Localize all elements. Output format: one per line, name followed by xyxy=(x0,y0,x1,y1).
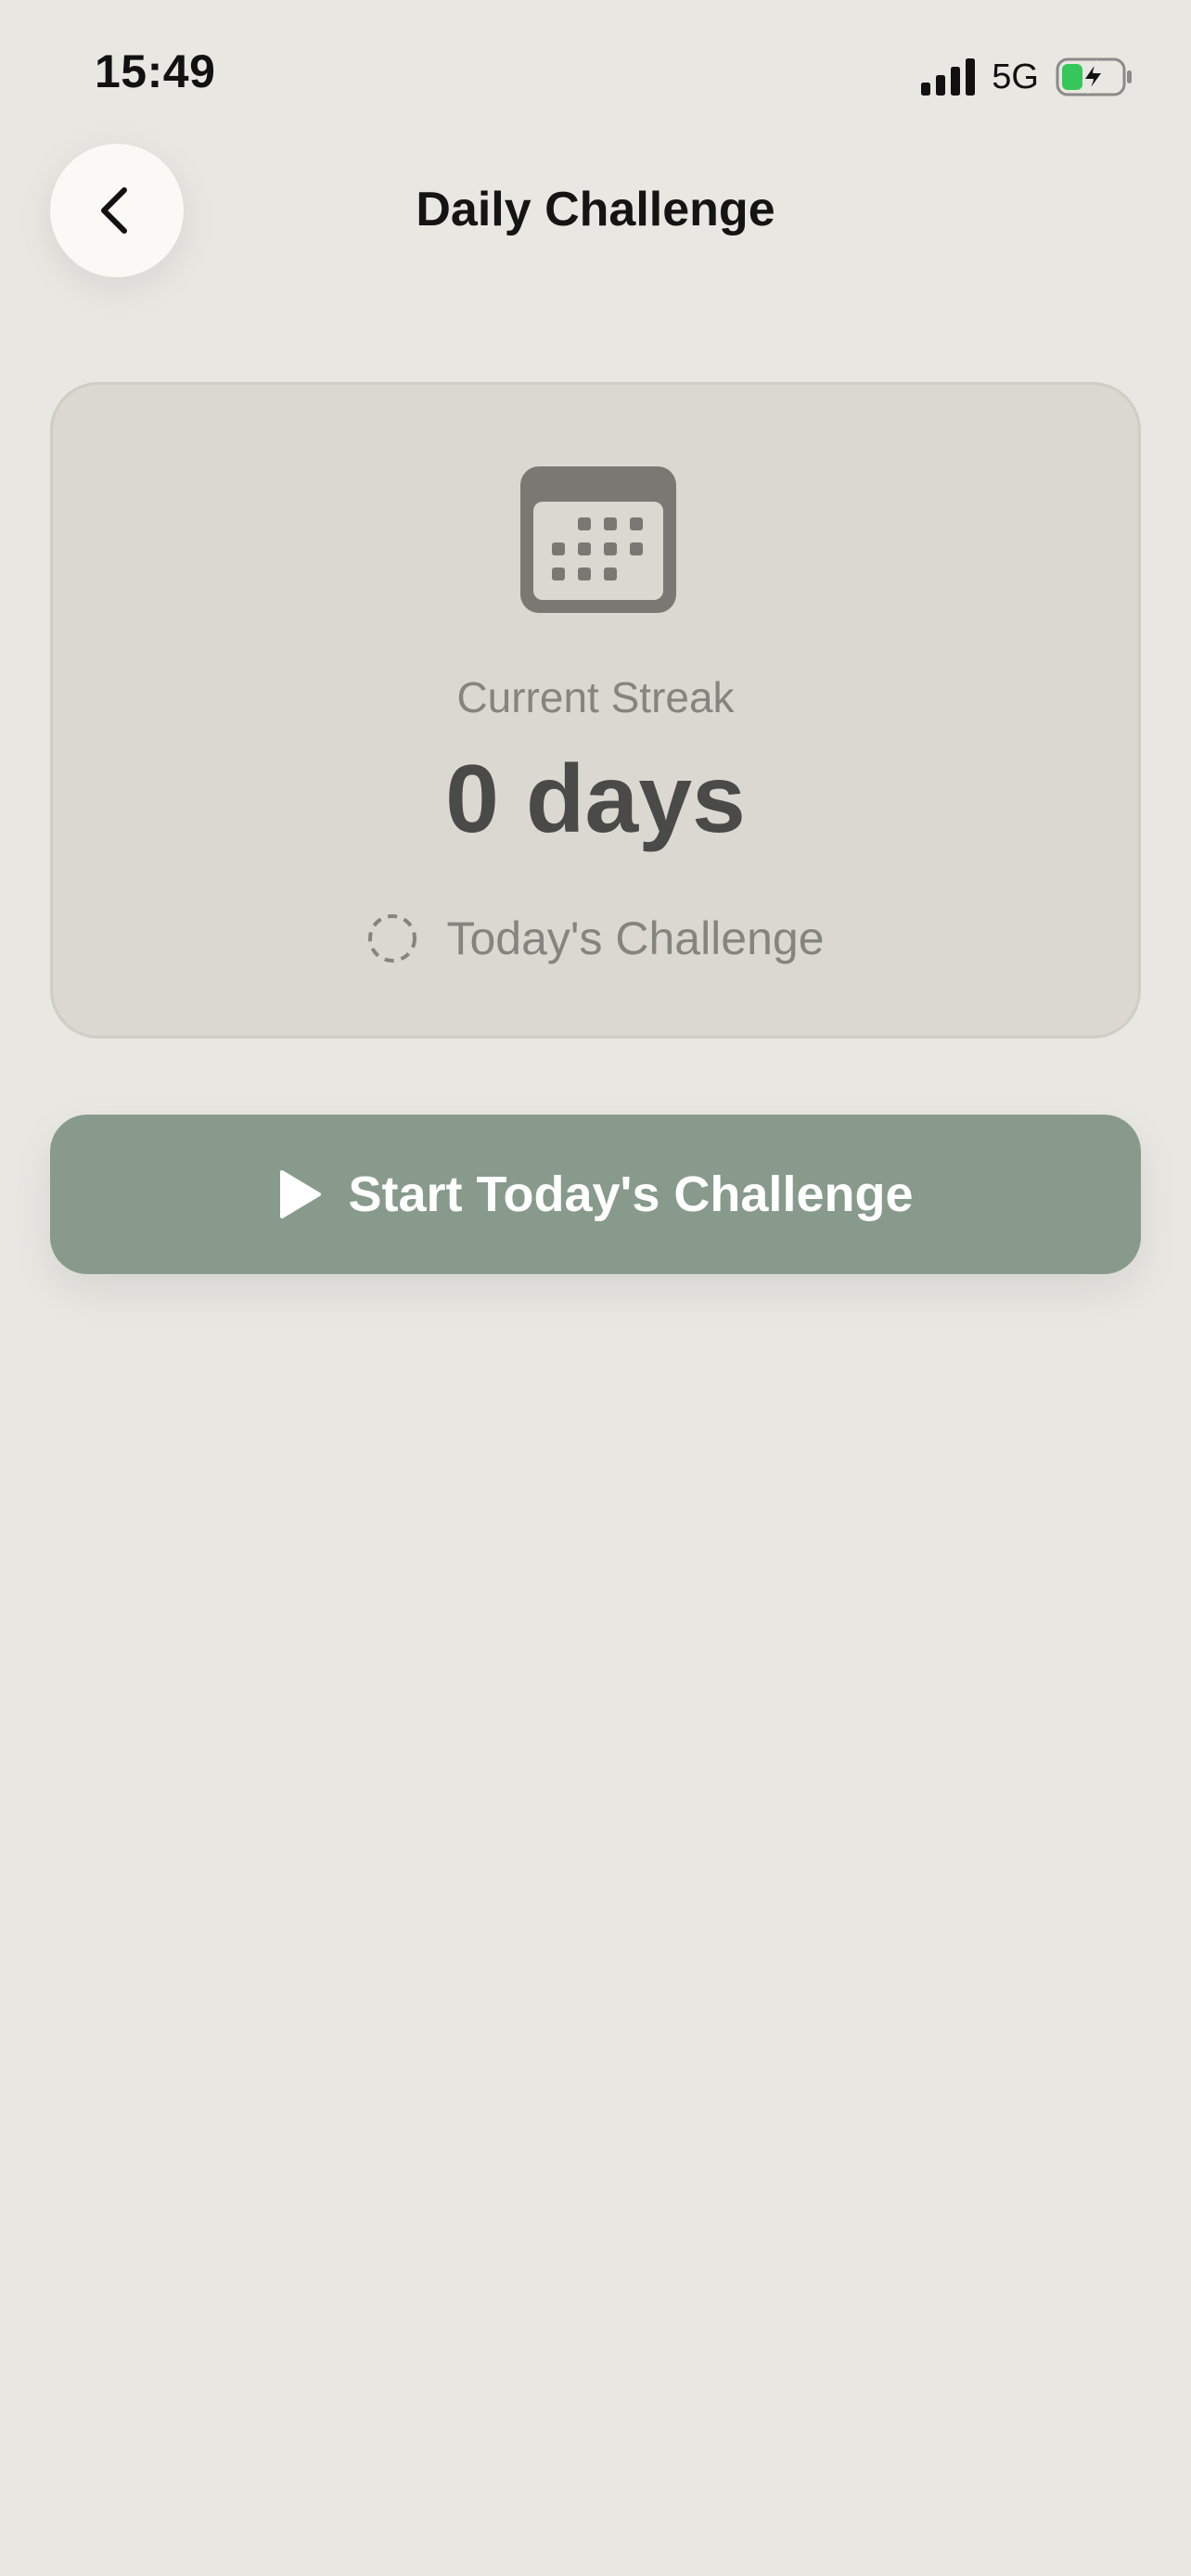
today-challenge-label: Today's Challenge xyxy=(446,912,825,964)
streak-card: Current Streak 0 days Today's Challenge xyxy=(50,382,1141,1039)
network-label: 5G xyxy=(992,57,1039,96)
cellular-signal-icon xyxy=(921,58,976,96)
today-challenge-status: Today's Challenge xyxy=(53,912,1138,965)
status-bar: 15:49 5G xyxy=(0,0,1191,148)
dashed-circle-icon xyxy=(368,914,417,963)
page-title: Daily Challenge xyxy=(416,183,775,236)
streak-label: Current Streak xyxy=(456,673,735,721)
status-indicators: 5G xyxy=(921,54,1133,100)
calendar-icon xyxy=(520,466,676,613)
battery-charging-icon xyxy=(1056,57,1132,96)
status-time: 15:49 xyxy=(95,45,216,97)
streak-value: 0 days xyxy=(445,746,746,853)
start-challenge-label: Start Today's Challenge xyxy=(348,1167,914,1222)
start-challenge-button[interactable]: Start Today's Challenge xyxy=(50,1115,1141,1274)
play-icon xyxy=(279,1170,321,1218)
